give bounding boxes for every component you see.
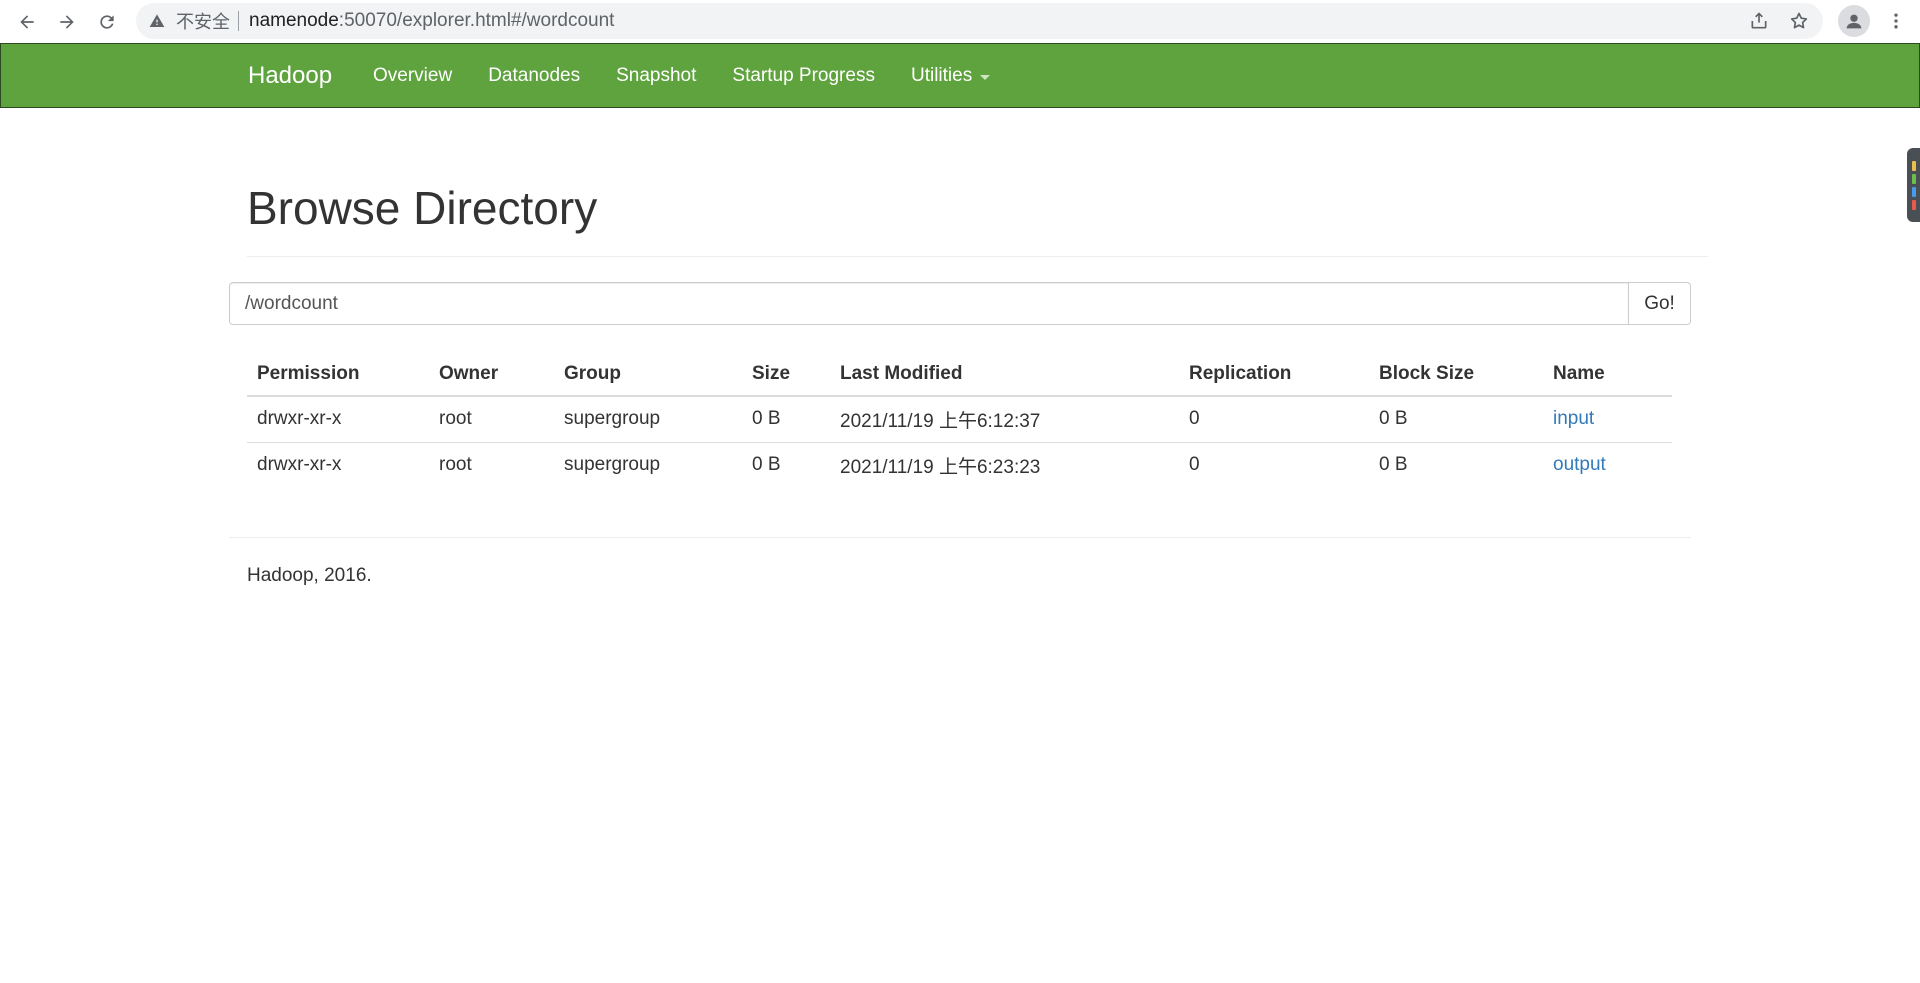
cell-name: output [1543,442,1672,488]
warning-icon[interactable] [148,12,166,30]
url-text[interactable]: namenode:50070/explorer.html#/wordcount [249,10,614,32]
cell-replication: 0 [1179,396,1369,443]
cell-last-modified: 2021/11/19 上午6:12:37 [830,396,1179,443]
nav-snapshot[interactable]: Snapshot [598,65,714,87]
nav-startup-progress[interactable]: Startup Progress [714,65,893,87]
more-vert-icon [1894,13,1898,29]
file-listing-table: Permission Owner Group Size Last Modifie… [247,352,1672,488]
cell-replication: 0 [1189,454,1200,476]
navbar-brand[interactable]: Hadoop [248,44,332,107]
header-last-modified[interactable]: Last Modified [830,352,1179,397]
reload-button[interactable] [91,6,123,38]
indicator-bar [1911,199,1916,210]
table-header-row: Permission Owner Group Size Last Modifie… [247,352,1672,397]
header-group[interactable]: Group [554,352,742,397]
cell-group: supergroup [564,454,661,476]
cell-name: input [1543,396,1672,443]
browser-toolbar: 不安全 namenode:50070/explorer.html#/wordco… [0,0,1920,43]
reload-icon [100,15,114,29]
indicator-bar [1911,173,1916,184]
browser-menu-button[interactable] [1880,5,1912,37]
cell-size: 0 B [742,396,830,443]
directory-path-input[interactable] [229,282,1629,325]
address-bar[interactable]: 不安全 namenode:50070/explorer.html#/wordco… [136,3,1823,39]
directory-link-input[interactable]: input [1553,408,1594,429]
indicator-bar [1911,160,1916,171]
cell-permission: drwxr-xr-x [257,454,342,476]
omnibox-actions [1749,3,1809,39]
profile-avatar[interactable] [1838,5,1870,37]
header-owner[interactable]: Owner [429,352,554,397]
arrow-left-icon [20,15,34,29]
directory-link-output[interactable]: output [1553,454,1606,475]
hadoop-navbar: Hadoop Overview Datanodes Snapshot Start… [0,43,1920,108]
nav-overview[interactable]: Overview [355,65,470,87]
cell-last-modified: 2021/11/19 上午6:23:23 [840,456,1041,478]
table-row: drwxr-xr-x root supergroup 0 B 2021/11/1… [247,442,1672,488]
cell-owner: root [429,396,554,443]
directory-form: Go! [229,282,1691,325]
nav-utilities-dropdown[interactable]: Utilities [893,65,1008,87]
omnibox-separator [238,11,239,31]
footer-text: Hadoop, 2016. [247,565,372,586]
share-icon[interactable] [1749,11,1769,31]
forward-button[interactable] [51,6,83,38]
cell-block-size: 0 B [1379,454,1408,476]
star-icon[interactable] [1789,11,1809,31]
nav-utilities-label: Utilities [910,64,973,86]
cell-permission: drwxr-xr-x [247,396,429,443]
cell-group: supergroup [554,396,742,443]
arrow-right-icon [60,15,74,29]
header-replication[interactable]: Replication [1179,352,1369,397]
security-label[interactable]: 不安全 [176,8,230,34]
go-button[interactable]: Go! [1629,282,1691,325]
back-button[interactable] [11,6,43,38]
side-panel-handle[interactable] [1907,148,1920,222]
cell-owner: root [439,454,472,476]
indicator-bar [1911,186,1916,197]
table-row: drwxr-xr-x root supergroup 0 B 2021/11/1… [247,396,1672,443]
navbar-menu: Overview Datanodes Snapshot Startup Prog… [355,44,1008,107]
url-path: :50070/explorer.html#/wordcount [338,10,615,31]
cell-size: 0 B [752,454,781,476]
footer-divider [229,537,1691,538]
nav-datanodes[interactable]: Datanodes [470,65,598,87]
title-divider [247,256,1708,257]
header-name[interactable]: Name [1543,352,1672,397]
caret-down-icon [980,75,991,80]
header-block-size[interactable]: Block Size [1369,352,1543,397]
page-title: Browse Directory [247,182,598,234]
header-permission[interactable]: Permission [247,352,429,397]
person-icon [1846,14,1862,29]
url-host: namenode [249,10,339,31]
header-size[interactable]: Size [742,352,830,397]
cell-block-size: 0 B [1369,396,1543,443]
